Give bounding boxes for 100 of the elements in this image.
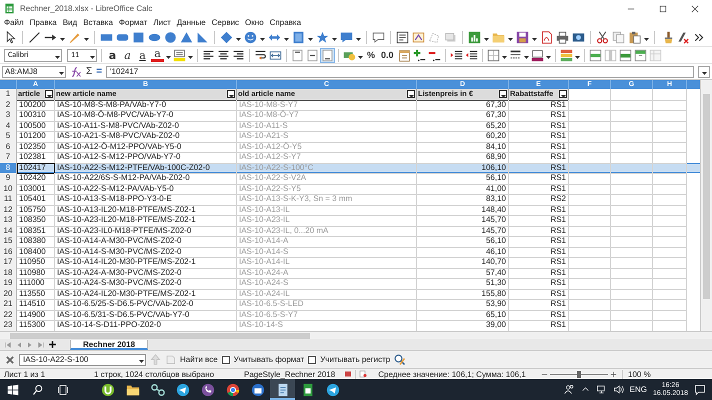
text-box-icon[interactable]	[396, 30, 409, 44]
increase-indent-icon[interactable]	[450, 48, 463, 62]
add-decimal-icon[interactable]	[412, 48, 426, 62]
document-app-icon[interactable]	[276, 382, 290, 396]
torrent-app-icon[interactable]	[100, 382, 114, 396]
row-number[interactable]: 15	[0, 236, 17, 248]
people-icon[interactable]	[564, 384, 575, 395]
line-icon[interactable]	[28, 30, 41, 44]
sheet-tab[interactable]: Rechner 2018	[70, 340, 148, 350]
triangle-icon[interactable]	[180, 30, 193, 44]
viber-app-icon[interactable]	[200, 382, 214, 396]
menu-item[interactable]: Вставка	[83, 18, 113, 27]
font-color-button[interactable]: a	[151, 48, 164, 62]
delete-columns-icon[interactable]	[634, 48, 647, 62]
expand-formula-button[interactable]	[698, 66, 710, 78]
menu-item[interactable]: Правка	[30, 18, 57, 27]
number-format-button[interactable]: 0.0	[379, 50, 396, 60]
row-number[interactable]: 7	[0, 152, 17, 164]
find-all-button[interactable]: Найти все	[180, 355, 218, 364]
close-icon[interactable]	[690, 4, 700, 14]
add-sheet-icon[interactable]	[48, 340, 57, 349]
paste-icon[interactable]	[628, 30, 641, 44]
search-field[interactable]: IAS-10-A22-S-100	[19, 354, 146, 366]
row-number[interactable]: 9	[0, 173, 17, 184]
vertical-scrollbar[interactable]	[700, 80, 712, 331]
row-number[interactable]: 17	[0, 257, 17, 268]
border-style-icon[interactable]	[508, 48, 522, 62]
highlight-icon[interactable]	[173, 48, 186, 62]
pdf-icon[interactable]	[540, 30, 553, 44]
print-icon[interactable]	[556, 30, 569, 44]
square-icon[interactable]	[132, 30, 145, 44]
row-number[interactable]: 11	[0, 194, 17, 206]
align-center-icon[interactable]	[217, 48, 230, 62]
formula-input-field[interactable]: '102417	[106, 66, 694, 78]
notifications-icon[interactable]	[694, 384, 706, 396]
smiley-icon[interactable]	[244, 30, 257, 44]
italic-button[interactable]: a	[121, 48, 134, 62]
conditional-format-icon[interactable]	[560, 48, 573, 62]
bold-button[interactable]: a	[106, 48, 119, 62]
search-icon[interactable]	[32, 384, 44, 396]
font-name-field[interactable]: Calibri	[4, 48, 62, 62]
save-icon[interactable]	[516, 30, 529, 44]
decrease-indent-icon[interactable]	[464, 48, 478, 62]
callout-icon[interactable]	[340, 30, 353, 44]
chart-icon[interactable]	[468, 30, 481, 44]
menu-item[interactable]: Окно	[245, 18, 264, 27]
windows-start-icon[interactable]	[6, 384, 18, 396]
percent-format-button[interactable]: %	[365, 50, 378, 60]
name-box-field[interactable]: A8:AMJ8	[2, 66, 66, 78]
network-app-icon[interactable]	[150, 382, 164, 396]
menu-item[interactable]: Сервис	[212, 18, 240, 27]
delete-rows-icon[interactable]	[618, 48, 632, 62]
row-number[interactable]: 19	[0, 278, 17, 290]
fontwork-icon[interactable]	[412, 30, 425, 44]
chrome-app-icon[interactable]	[226, 382, 240, 396]
row-number[interactable]: 1	[0, 89, 17, 100]
menu-item[interactable]: Файл	[4, 18, 24, 27]
diamond-icon[interactable]	[220, 30, 233, 44]
keyboard-language[interactable]: ENG	[630, 385, 647, 394]
font-size-field[interactable]: 11	[67, 48, 97, 62]
align-left-icon[interactable]	[202, 48, 215, 62]
valign-top-icon[interactable]	[291, 48, 304, 62]
maximize-icon[interactable]	[658, 4, 668, 14]
menu-item[interactable]: Справка	[270, 18, 302, 27]
zoom-slider-thumb[interactable]	[577, 370, 581, 378]
volume-icon[interactable]	[612, 384, 624, 395]
folder-app-icon[interactable]	[126, 382, 140, 396]
network-icon[interactable]	[596, 384, 607, 395]
insert-rows-icon[interactable]	[588, 48, 602, 62]
circle-icon[interactable]	[164, 30, 177, 44]
right-triangle-icon[interactable]	[196, 30, 209, 44]
borders-icon[interactable]	[486, 48, 500, 62]
wrap-text-icon[interactable]	[254, 48, 267, 62]
find-replace-icon[interactable]	[394, 354, 406, 366]
checkbox[interactable]	[222, 356, 230, 364]
row-number[interactable]: 23	[0, 320, 17, 331]
align-right-icon[interactable]	[232, 48, 245, 62]
task-view-icon[interactable]	[56, 384, 68, 396]
comment-icon[interactable]	[372, 30, 385, 44]
row-number[interactable]: 5	[0, 131, 17, 142]
zoom-percentage[interactable]: 100 %	[628, 370, 651, 378]
star-icon[interactable]	[316, 30, 329, 44]
menu-item[interactable]: Лист	[153, 18, 171, 27]
formula-button[interactable]: =	[96, 66, 102, 77]
clear-format-icon[interactable]	[676, 30, 689, 44]
horizontal-scrollbar[interactable]	[0, 331, 712, 339]
row-number[interactable]: 13	[0, 215, 17, 226]
telegram-app-icon[interactable]	[326, 382, 340, 396]
pointer-icon[interactable]	[4, 30, 17, 44]
cut-icon[interactable]	[596, 30, 609, 44]
merge-icon[interactable]	[269, 48, 282, 62]
flowchart-icon[interactable]	[292, 30, 305, 44]
menu-item[interactable]: Вид	[62, 18, 78, 27]
telegram-app-icon[interactable]	[176, 382, 190, 396]
date-icon[interactable]	[398, 48, 411, 62]
valign-bottom-icon[interactable]	[321, 48, 334, 62]
row-number[interactable]: 21	[0, 299, 17, 310]
mail-app-icon[interactable]	[250, 382, 264, 396]
menu-item[interactable]: Формат	[118, 18, 148, 27]
spreadsheet-app-icon[interactable]	[300, 382, 314, 396]
